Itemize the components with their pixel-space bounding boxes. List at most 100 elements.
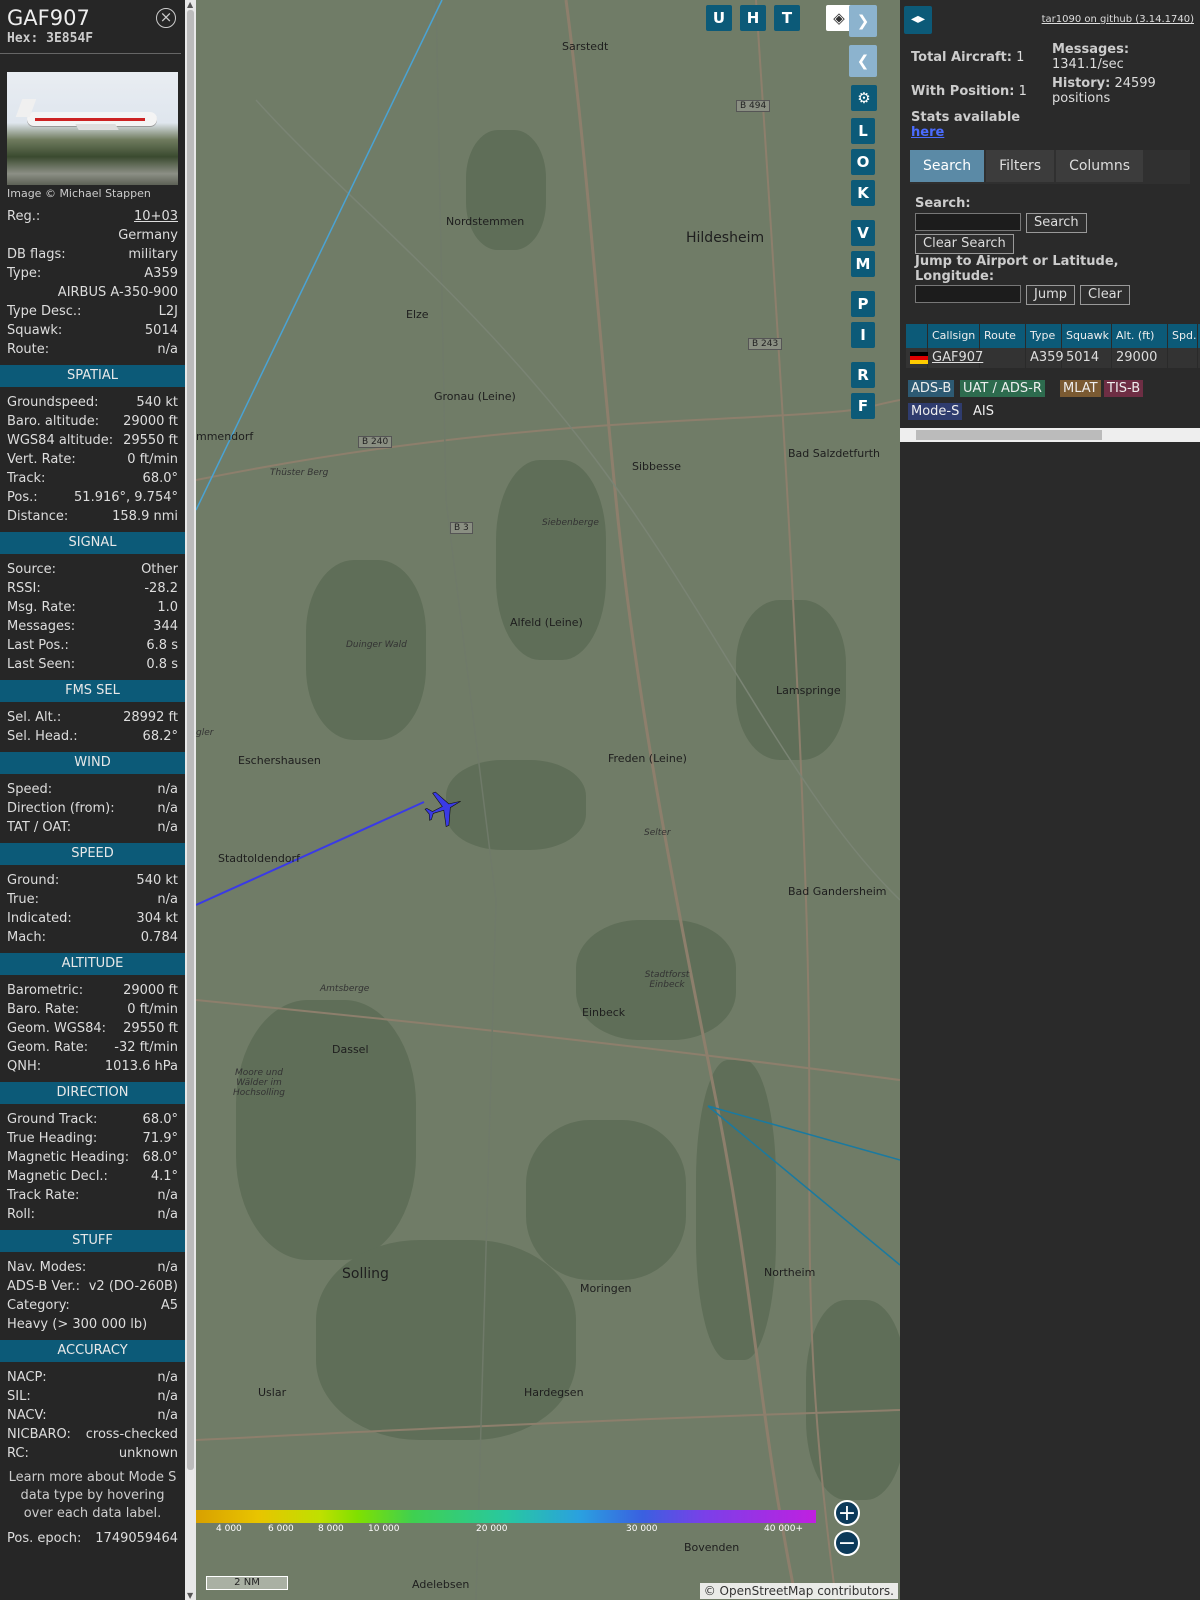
clear-search-button[interactable]: Clear Search: [915, 234, 1014, 254]
cell-spd: [1168, 348, 1198, 368]
info-label: NICBARO:: [7, 1427, 71, 1442]
map-place-label: Dassel: [332, 1043, 369, 1056]
info-label: Squawk:: [7, 323, 63, 338]
map-button-i[interactable]: I: [851, 322, 875, 348]
map-view[interactable]: Sarstedt Nordstemmen Hildesheim Elze Gronau …: [196, 0, 900, 1600]
jump-input[interactable]: [915, 285, 1021, 303]
map-place-label: Amtsberge: [320, 984, 370, 994]
section-header-direction: DIRECTION: [0, 1082, 185, 1104]
info-value: n/a: [157, 1370, 178, 1385]
map-button-v[interactable]: V: [851, 220, 875, 246]
settings-gear-icon[interactable]: ⚙: [851, 85, 877, 111]
map-button-k[interactable]: K: [851, 180, 875, 206]
section-header-altitude: ALTITUDE: [0, 953, 185, 975]
info-row: Ground: 540 kt: [0, 871, 185, 890]
info-value: n/a: [157, 782, 178, 797]
info-row: DB flags: military: [0, 245, 185, 264]
info-label: NACP:: [7, 1370, 47, 1385]
info-row: Germany: [0, 226, 185, 245]
map-button-t[interactable]: T: [774, 5, 800, 31]
info-row: Last Seen: 0.8 s: [0, 655, 185, 674]
chevron-left-icon[interactable]: ❮: [849, 45, 877, 77]
cell-callsign[interactable]: GAF907: [928, 348, 983, 368]
search-button[interactable]: Search: [1026, 213, 1087, 233]
map-button-u[interactable]: U: [706, 5, 732, 31]
section-header-spatial: SPATIAL: [0, 365, 185, 387]
info-value: unknown: [118, 1446, 178, 1461]
info-row: True: n/a: [0, 890, 185, 909]
column-header-spd[interactable]: Spd.: [1168, 324, 1198, 348]
map-place-label: Elze: [406, 308, 429, 321]
github-link[interactable]: tar1090 on github (3.14.1740): [1042, 14, 1194, 25]
table-row[interactable]: GAF907 A359 5014 29000: [906, 348, 1200, 368]
column-header-callsign[interactable]: Callsign: [928, 324, 980, 348]
map-button-h[interactable]: H: [740, 5, 766, 31]
info-value[interactable]: 10+03: [134, 207, 178, 226]
column-header-type[interactable]: Type: [1026, 324, 1062, 348]
info-label: WGS84 altitude:: [7, 433, 114, 448]
info-row: WGS84 altitude: 29550 ft: [0, 431, 185, 450]
tab-search[interactable]: Search: [910, 150, 985, 182]
info-label: QNH:: [7, 1059, 42, 1074]
map-scale: 2 NM: [206, 1576, 288, 1590]
info-row: Ground Track: 68.0°: [0, 1110, 185, 1129]
tab-filters[interactable]: Filters: [986, 150, 1055, 182]
chevron-right-icon[interactable]: ❯: [849, 5, 877, 37]
info-scrollbar[interactable]: ▲ ▼: [185, 0, 196, 1600]
map-button-p[interactable]: P: [851, 291, 875, 317]
selected-callsign: GAF907: [7, 6, 90, 30]
info-label: Sel. Alt.:: [7, 710, 62, 725]
info-value: n/a: [157, 892, 178, 907]
info-label: RC:: [7, 1446, 29, 1461]
info-row: NICBARO: cross-checked: [0, 1425, 185, 1444]
map-button-m[interactable]: M: [851, 251, 875, 277]
info-row: Vert. Rate: 0 ft/min: [0, 450, 185, 469]
info-label: Barometric:: [7, 983, 84, 998]
osm-link[interactable]: OpenStreetMap: [720, 1584, 814, 1598]
column-header-route[interactable]: Route: [980, 324, 1026, 348]
info-value: n/a: [157, 1408, 178, 1423]
search-input[interactable]: [915, 213, 1021, 231]
aircraft-photo[interactable]: [7, 72, 178, 185]
info-row: Type Desc.: L2J: [0, 302, 185, 321]
info-label: Pos.:: [7, 490, 38, 505]
clear-button[interactable]: Clear: [1080, 285, 1130, 305]
close-icon[interactable]: ×: [156, 8, 176, 28]
map-button-l[interactable]: L: [851, 118, 875, 144]
map-place-label: mmendorf: [196, 430, 254, 443]
map-place-label: Bad Gandersheim: [788, 885, 887, 898]
info-header: GAF907 Hex: 3E854F ×: [0, 0, 181, 54]
info-value: 0 ft/min: [127, 1002, 178, 1017]
info-value: 29550 ft: [123, 1021, 178, 1036]
info-value: n/a: [157, 1260, 178, 1275]
info-label: RSSI:: [7, 581, 41, 596]
column-header-squawk[interactable]: Squawk: [1062, 324, 1112, 348]
map-place-label: Adelebsen: [412, 1578, 470, 1591]
info-row: Reg.: 10+03: [0, 207, 185, 226]
info-label: Messages:: [7, 619, 76, 634]
info-value: 28992 ft: [123, 710, 178, 725]
jump-button[interactable]: Jump: [1026, 285, 1075, 305]
expand-sidebar-icon[interactable]: ◂▸: [904, 6, 932, 34]
aircraft-icon[interactable]: [422, 786, 466, 830]
info-label: Roll:: [7, 1207, 36, 1222]
cell-alt: 29000: [1112, 348, 1168, 368]
map-button-r[interactable]: R: [851, 362, 875, 388]
zoom-out-button[interactable]: −: [834, 1530, 860, 1556]
sidebar: ◂▸ tar1090 on github (3.14.1740) Total A…: [900, 0, 1200, 1600]
map-button-f[interactable]: F: [851, 393, 875, 419]
info-value: -28.2: [144, 581, 178, 596]
stats-link[interactable]: here: [911, 125, 944, 140]
tab-columns[interactable]: Columns: [1056, 150, 1143, 182]
altitude-tick-label: 4 000: [216, 1524, 242, 1534]
map-place-label: Bovenden: [684, 1541, 740, 1554]
info-value: 158.9 nmi: [112, 509, 178, 524]
column-header-alt-ft[interactable]: Alt. (ft): [1112, 324, 1168, 348]
info-value: 68.2°: [142, 729, 178, 744]
legend-mode-s: Mode-S: [908, 403, 963, 420]
table-horizontal-scrollbar[interactable]: [900, 428, 1200, 442]
zoom-in-button[interactable]: +: [834, 1500, 860, 1526]
map-button-o[interactable]: O: [851, 149, 875, 175]
map-place-label: Alfeld (Leine): [510, 616, 583, 629]
info-label: Baro. altitude:: [7, 414, 100, 429]
